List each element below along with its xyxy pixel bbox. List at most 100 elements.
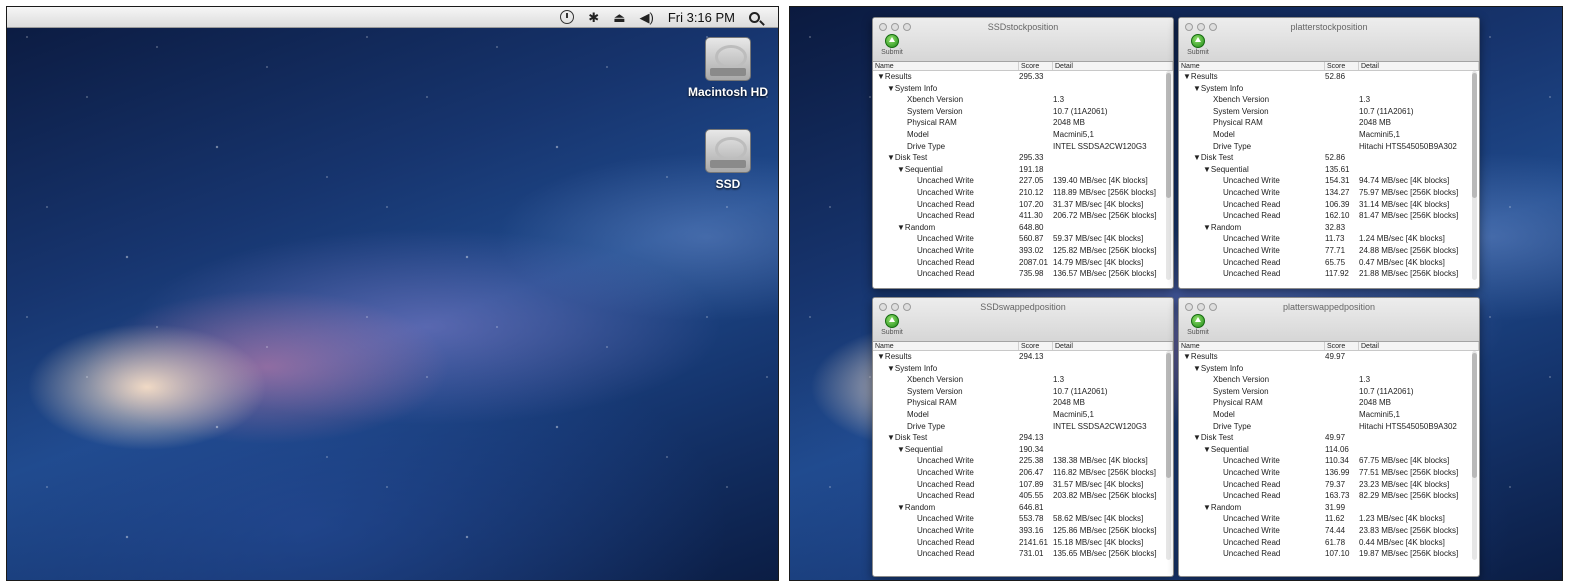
bluetooth-icon[interactable]: ✱ [588,11,599,24]
result-row[interactable]: Uncached Read 405.55 203.82 MB/sec [256K b… [873,490,1173,502]
column-score[interactable]: Score [1019,62,1053,70]
result-row[interactable]: Physical RAM 2048 MB [873,117,1173,129]
result-row[interactable]: System Version 10.7 (11A2061) [873,386,1173,398]
result-row[interactable]: ▼System Info [1179,363,1479,375]
result-row[interactable]: Uncached Write 110.34 67.75 MB/sec [4K blo… [1179,455,1479,467]
result-row[interactable]: Drive Type Hitachi HTS545050B9A302 [1179,421,1479,433]
result-row[interactable]: Model Macmini5,1 [1179,129,1479,141]
result-row[interactable]: System Version 10.7 (11A2061) [1179,106,1479,118]
result-row[interactable]: Uncached Write 154.31 94.74 MB/sec [4K blo… [1179,175,1479,187]
result-row[interactable]: ▼Disk Test 52.86 [1179,152,1479,164]
result-row[interactable]: Model Macmini5,1 [873,129,1173,141]
submit-button[interactable]: Submit [1185,314,1211,336]
window-titlebar[interactable]: platterswappedposition Submit [1179,298,1479,342]
result-row[interactable]: Drive Type Hitachi HTS545050B9A302 [1179,141,1479,153]
result-row[interactable]: Uncached Read 162.10 81.47 MB/sec [256K bl… [1179,210,1479,222]
result-row[interactable]: ▼Random 646.81 [873,502,1173,514]
window-titlebar[interactable]: platterstockposition Submit [1179,18,1479,62]
result-row[interactable]: Uncached Write 11.73 1.24 MB/sec [4K block… [1179,233,1479,245]
column-score[interactable]: Score [1325,62,1359,70]
result-row[interactable]: ▼Sequential 114.06 [1179,444,1479,456]
result-row[interactable]: Model Macmini5,1 [873,409,1173,421]
column-score[interactable]: Score [1019,342,1053,350]
column-name[interactable]: Name [1179,342,1325,350]
result-row[interactable]: Uncached Write 393.02 125.82 MB/sec [256K … [873,245,1173,257]
result-row[interactable]: ▼Disk Test 295.33 [873,152,1173,164]
submit-button[interactable]: Submit [879,34,905,56]
result-row[interactable]: Xbench Version 1.3 [873,374,1173,386]
window-titlebar[interactable]: SSDstockposition Submit [873,18,1173,62]
result-row[interactable]: ▼System Info [1179,83,1479,95]
column-detail[interactable]: Detail [1053,62,1173,70]
result-row[interactable]: System Version 10.7 (11A2061) [873,106,1173,118]
result-row[interactable]: Uncached Read 163.73 82.29 MB/sec [256K bl… [1179,490,1479,502]
xbench-window[interactable]: SSDswappedposition Submit Name Score Detail ▼… [872,297,1174,577]
result-row[interactable]: Uncached Write 136.99 77.51 MB/sec [256K b… [1179,467,1479,479]
result-row[interactable]: Uncached Write 553.78 58.62 MB/sec [4K blo… [873,513,1173,525]
result-row[interactable]: Uncached Write 393.16 125.86 MB/sec [256K … [873,525,1173,537]
column-name[interactable]: Name [873,62,1019,70]
result-row[interactable]: ▼Results 295.33 [873,71,1173,83]
result-row[interactable]: Uncached Read 107.10 19.87 MB/sec [256K bl… [1179,548,1479,560]
result-row[interactable]: ▼Sequential 190.34 [873,444,1173,456]
result-row[interactable]: ▼Random 31.99 [1179,502,1479,514]
result-row[interactable]: Drive Type INTEL SSDSA2CW120G3 [873,421,1173,433]
result-row[interactable]: Xbench Version 1.3 [873,94,1173,106]
result-row[interactable]: Uncached Write 74.44 23.83 MB/sec [256K bl… [1179,525,1479,537]
result-row[interactable]: ▼Sequential 135.61 [1179,164,1479,176]
result-row[interactable]: Uncached Write 210.12 118.89 MB/sec [256K … [873,187,1173,199]
volume-icon[interactable]: ◀) [639,11,653,24]
vertical-scrollbar[interactable] [1472,71,1477,280]
result-row[interactable]: Xbench Version 1.3 [1179,94,1479,106]
time-machine-icon[interactable] [560,10,575,24]
result-row[interactable]: ▼Sequential 191.18 [873,164,1173,176]
search-icon[interactable] [749,11,760,23]
result-row[interactable]: ▼Disk Test 294.13 [873,432,1173,444]
result-row[interactable]: Physical RAM 2048 MB [1179,117,1479,129]
result-row[interactable]: Uncached Write 227.05 139.40 MB/sec [4K bl… [873,175,1173,187]
result-row[interactable]: ▼System Info [873,363,1173,375]
result-row[interactable]: Xbench Version 1.3 [1179,374,1479,386]
submit-button[interactable]: Submit [879,314,905,336]
result-row[interactable]: Uncached Read 106.39 31.14 MB/sec [4K bloc… [1179,199,1479,211]
window-titlebar[interactable]: SSDswappedposition Submit [873,298,1173,342]
menu-clock[interactable]: Fri 3:16 PM [668,10,735,25]
column-name[interactable]: Name [873,342,1019,350]
result-row[interactable]: System Version 10.7 (11A2061) [1179,386,1479,398]
result-row[interactable]: Uncached Read 65.75 0.47 MB/sec [4K blocks… [1179,257,1479,269]
column-detail[interactable]: Detail [1359,342,1479,350]
result-row[interactable]: Physical RAM 2048 MB [1179,397,1479,409]
result-row[interactable]: Uncached Read 2141.61 15.18 MB/sec [4K blo… [873,537,1173,549]
vertical-scrollbar[interactable] [1472,351,1477,560]
result-row[interactable]: Uncached Read 107.89 31.57 MB/sec [4K bloc… [873,479,1173,491]
result-row[interactable]: Uncached Read 735.98 136.57 MB/sec [256K b… [873,268,1173,280]
result-row[interactable]: ▼Random 648.80 [873,222,1173,234]
result-row[interactable]: Physical RAM 2048 MB [873,397,1173,409]
result-row[interactable]: ▼Disk Test 49.97 [1179,432,1479,444]
result-row[interactable]: ▼Results 52.86 [1179,71,1479,83]
result-row[interactable]: Uncached Write 77.71 24.88 MB/sec [256K bl… [1179,245,1479,257]
result-row[interactable]: Uncached Write 206.47 116.82 MB/sec [256K … [873,467,1173,479]
result-row[interactable]: Uncached Read 61.78 0.44 MB/sec [4K blocks… [1179,537,1479,549]
result-row[interactable]: Model Macmini5,1 [1179,409,1479,421]
result-row[interactable]: Uncached Write 560.87 59.37 MB/sec [4K blo… [873,233,1173,245]
column-detail[interactable]: Detail [1359,62,1479,70]
result-row[interactable]: Uncached Read 411.30 206.72 MB/sec [256K b… [873,210,1173,222]
result-row[interactable]: Uncached Read 2087.01 14.79 MB/sec [4K blo… [873,257,1173,269]
column-name[interactable]: Name [1179,62,1325,70]
result-row[interactable]: Uncached Read 731.01 135.65 MB/sec [256K b… [873,548,1173,560]
submit-button[interactable]: Submit [1185,34,1211,56]
result-row[interactable]: Uncached Write 225.38 138.38 MB/sec [4K bl… [873,455,1173,467]
result-row[interactable]: Uncached Write 134.27 75.97 MB/sec [256K b… [1179,187,1479,199]
vertical-scrollbar[interactable] [1166,351,1171,560]
result-row[interactable]: Uncached Read 117.92 21.88 MB/sec [256K bl… [1179,268,1479,280]
result-row[interactable]: ▼Results 294.13 [873,351,1173,363]
column-score[interactable]: Score [1325,342,1359,350]
result-row[interactable]: Uncached Read 107.20 31.37 MB/sec [4K bloc… [873,199,1173,211]
xbench-window[interactable]: platterstockposition Submit Name Score Detai… [1178,17,1480,289]
eject-icon[interactable]: ⏏ [613,11,625,24]
column-detail[interactable]: Detail [1053,342,1173,350]
result-row[interactable]: Uncached Write 11.62 1.23 MB/sec [4K block… [1179,513,1479,525]
result-row[interactable]: ▼Results 49.97 [1179,351,1479,363]
desktop-disk-ssd[interactable]: SSD [683,129,773,191]
